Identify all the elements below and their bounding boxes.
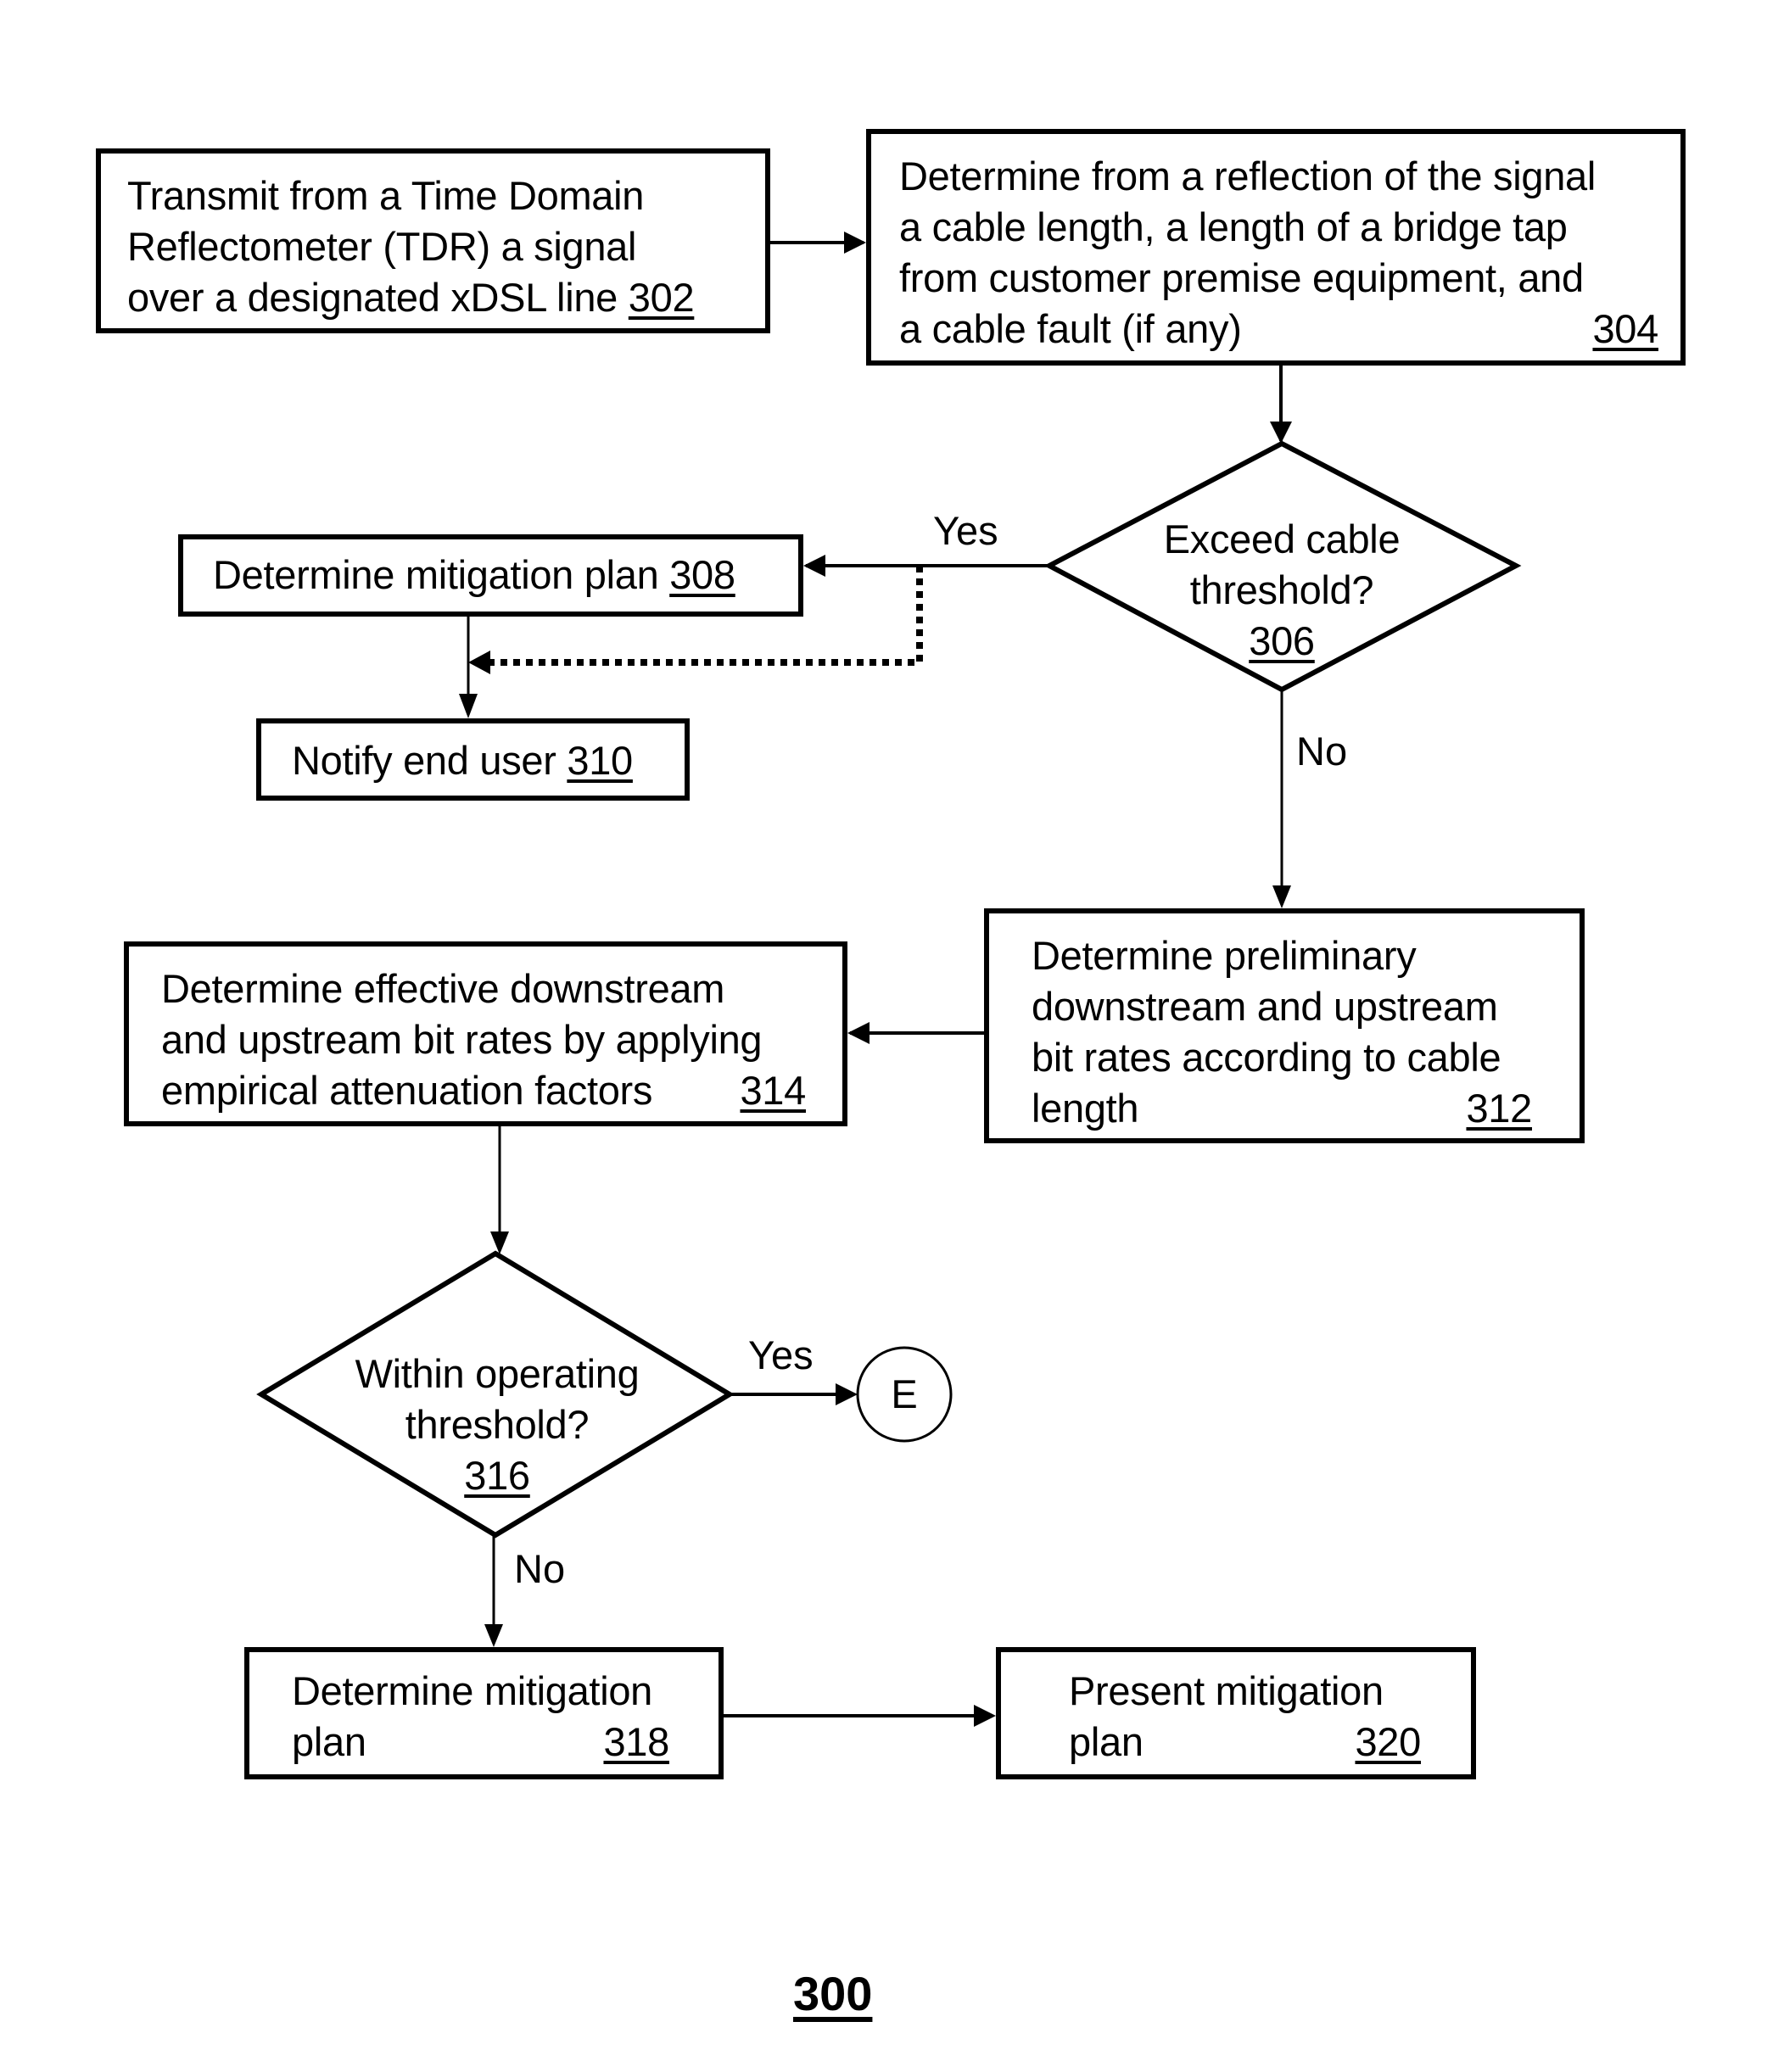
decision-316-line: threshold? [405, 1402, 590, 1447]
step-302-line: Transmit from a Time Domain [127, 173, 645, 218]
step-314-line: and upstream bit rates by applying [161, 1017, 763, 1062]
step-304-line: Determine from a reflection of the signa… [899, 154, 1596, 198]
arrowhead-312-to-314 [847, 1022, 870, 1044]
step-318-line: plan 318 [292, 1717, 669, 1768]
arrowhead-308-to-310 [459, 694, 478, 718]
step-304-text: Determine from a reflection of the signa… [899, 151, 1658, 355]
step-304-box: Determine from a reflection of the signa… [866, 129, 1686, 366]
arrowhead-304-to-306 [1270, 422, 1292, 444]
step-312-ref: 312 [1466, 1086, 1532, 1131]
arrowhead-306-yes-to-308 [803, 555, 825, 577]
figure-number: 300 [793, 1967, 873, 2020]
step-304-ref: 304 [1592, 306, 1658, 351]
step-308-box: Determine mitigation plan 308 [178, 534, 803, 617]
step-304-line: from customer premise equipment, and [899, 255, 1584, 300]
step-320-line: plan 320 [1069, 1717, 1421, 1768]
step-304-line-text: a cable fault (if any) [899, 306, 1242, 351]
decision-316-yes-label: Yes [748, 1332, 814, 1377]
step-312-line-text: length [1032, 1086, 1139, 1131]
step-310-ref: 310 [567, 738, 633, 783]
step-308-label: Determine mitigation plan [213, 552, 659, 597]
decision-316-ref: 316 [464, 1453, 530, 1498]
arrowhead-316-no-to-318 [484, 1624, 503, 1647]
step-314-line-text: empirical attenuation factors [161, 1068, 653, 1113]
step-302-text: Transmit from a Time Domain Reflectomete… [127, 170, 695, 323]
step-318-text: Determine mitigation plan 318 [292, 1666, 669, 1768]
step-310-text: Notify end user 310 [292, 735, 633, 786]
step-312-line: downstream and upstream [1032, 984, 1498, 1029]
step-314-line: Determine effective downstream [161, 966, 725, 1011]
step-320-ref: 320 [1355, 1719, 1421, 1764]
step-302-line: over a designated xDSL line 302 [127, 272, 695, 323]
step-320-line: Present mitigation [1069, 1668, 1384, 1713]
step-320-text: Present mitigation plan 320 [1069, 1666, 1421, 1768]
arrowhead-302-to-304 [844, 232, 866, 254]
step-308-ref: 308 [669, 552, 735, 597]
step-308-text: Determine mitigation plan 308 [213, 550, 735, 600]
step-314-box: Determine effective downstream and upstr… [124, 941, 847, 1126]
step-310-box: Notify end user 310 [256, 718, 690, 801]
step-314-ref: 314 [740, 1068, 806, 1113]
step-312-line: length 312 [1032, 1083, 1532, 1134]
decision-316-no-label: No [514, 1546, 566, 1591]
step-320-box: Present mitigation plan 320 [996, 1647, 1476, 1779]
step-318-line-text: plan [292, 1719, 366, 1764]
step-302-box: Transmit from a Time Domain Reflectomete… [96, 148, 770, 333]
step-302-line: Reflectometer (TDR) a signal [127, 224, 637, 269]
dotted-arrowhead-to-310 [468, 651, 490, 674]
step-312-text: Determine preliminary downstream and ups… [1032, 930, 1532, 1134]
arrowhead-306-no-to-312 [1272, 885, 1291, 908]
decision-316-line: Within operating [355, 1351, 640, 1396]
decision-306-ref: 306 [1249, 618, 1315, 663]
decision-316-text: Within operating threshold? 316 [327, 1349, 667, 1501]
step-314-line: empirical attenuation factors 314 [161, 1065, 806, 1116]
step-304-line: a cable fault (if any) 304 [899, 304, 1658, 355]
step-318-ref: 318 [603, 1719, 669, 1764]
decision-306-text: Exceed cable threshold? 306 [1112, 514, 1451, 667]
decision-306-line: threshold? [1189, 567, 1374, 612]
decision-306-line: Exceed cable [1163, 517, 1401, 561]
arrowhead-316-yes-to-E [836, 1383, 858, 1405]
step-312-box: Determine preliminary downstream and ups… [984, 908, 1585, 1143]
step-312-line: Determine preliminary [1032, 933, 1417, 978]
step-302-line-text: over a designated xDSL line [127, 275, 618, 320]
decision-306-no-label: No [1296, 729, 1348, 774]
connector-E-label: E [891, 1371, 918, 1416]
arrowhead-318-to-320 [974, 1705, 996, 1727]
step-310-label: Notify end user [292, 738, 556, 783]
arrowhead-314-to-316 [490, 1231, 509, 1254]
step-304-line: a cable length, a length of a bridge tap [899, 204, 1568, 249]
step-312-line: bit rates according to cable [1032, 1035, 1501, 1080]
step-318-box: Determine mitigation plan 318 [244, 1647, 724, 1779]
decision-306-yes-label: Yes [933, 508, 998, 553]
step-318-line: Determine mitigation [292, 1668, 653, 1713]
step-320-line-text: plan [1069, 1719, 1144, 1764]
step-302-ref: 302 [628, 275, 695, 320]
step-314-text: Determine effective downstream and upstr… [161, 963, 806, 1116]
